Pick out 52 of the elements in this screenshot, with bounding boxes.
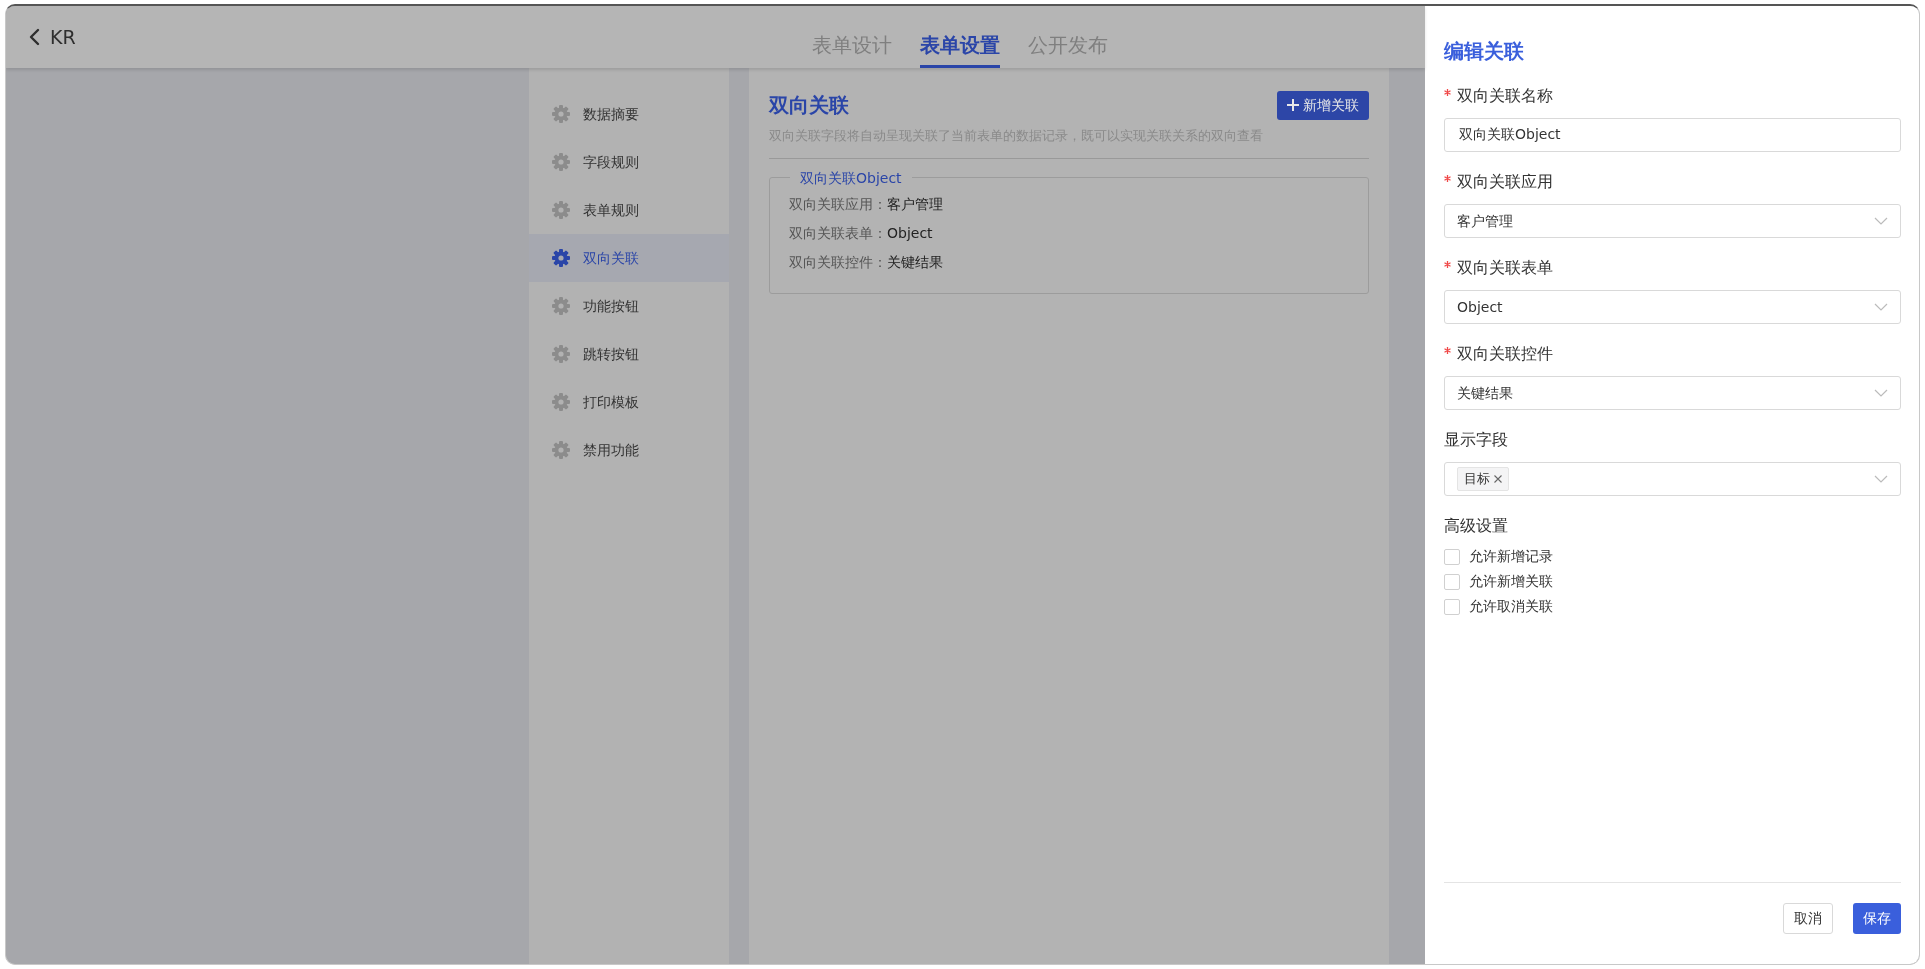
close-icon <box>1494 475 1502 483</box>
checkbox[interactable] <box>1444 598 1460 615</box>
sidebar-item[interactable]: 功能按钮 <box>529 282 729 330</box>
back-icon <box>28 28 40 46</box>
gear-icon <box>551 248 571 268</box>
gear-icon <box>551 440 571 460</box>
checkbox-option[interactable]: 允许取消关联 <box>1444 596 1901 617</box>
sidebar-item[interactable]: 数据摘要 <box>529 90 729 138</box>
select-field[interactable]: 客户管理 <box>1444 204 1901 238</box>
sidebar-item[interactable]: 双向关联 <box>529 234 729 282</box>
gear-icon <box>551 104 571 124</box>
chevron-down-icon <box>1874 389 1888 397</box>
gear-icon <box>551 392 571 412</box>
checkbox-option[interactable]: 允许新增关联 <box>1444 571 1901 592</box>
gear-icon <box>551 200 571 220</box>
field-value: 关键结果 <box>887 252 943 271</box>
plus-icon <box>1287 99 1299 111</box>
sidebar-item[interactable]: 字段规则 <box>529 138 729 186</box>
field-value: 客户管理 <box>887 194 943 213</box>
field-label: 显示字段 <box>1444 429 1508 451</box>
checkbox[interactable] <box>1444 573 1460 590</box>
cancel-button[interactable]: 取消 <box>1783 903 1833 934</box>
checkbox-label: 允许新增记录 <box>1469 547 1553 566</box>
field-label: 双向关联表单： <box>789 223 887 242</box>
sidebar-item[interactable]: 跳转按钮 <box>529 330 729 378</box>
chevron-down-icon <box>1874 303 1888 311</box>
checkbox-option[interactable]: 允许新增记录 <box>1444 546 1901 567</box>
sidebar-item[interactable]: 禁用功能 <box>529 426 729 474</box>
checkbox-label: 允许取消关联 <box>1469 597 1553 616</box>
text-field[interactable]: 双向关联Object <box>1444 118 1901 152</box>
checkbox-label: 允许新增关联 <box>1469 572 1553 591</box>
field-label: 双向关联应用： <box>789 194 887 213</box>
field-value: Object <box>887 223 933 242</box>
gear-icon <box>551 296 571 316</box>
back-button[interactable]: KR <box>6 21 82 53</box>
add-button[interactable]: 新增关联 <box>1277 90 1369 120</box>
chevron-down-icon <box>1874 217 1888 225</box>
section-label: 高级设置 <box>1444 515 1509 537</box>
gear-icon <box>551 344 571 364</box>
sidebar-item[interactable]: 打印模板 <box>529 378 729 426</box>
drawer-title: 编辑关联 <box>1444 38 1525 65</box>
checkbox[interactable] <box>1444 548 1460 565</box>
multi-select-field[interactable]: 目标 <box>1444 462 1901 496</box>
tag-chip[interactable]: 目标 <box>1457 467 1509 491</box>
select-field[interactable]: 关键结果 <box>1444 376 1901 410</box>
select-field[interactable]: Object <box>1444 290 1901 324</box>
save-button[interactable]: 保存 <box>1853 903 1901 934</box>
section-title: 双向关联 <box>769 92 849 119</box>
field-label: 双向关联控件： <box>789 252 887 271</box>
gear-icon <box>551 152 571 172</box>
chevron-down-icon <box>1874 475 1888 483</box>
sidebar-item[interactable]: 表单规则 <box>529 186 729 234</box>
